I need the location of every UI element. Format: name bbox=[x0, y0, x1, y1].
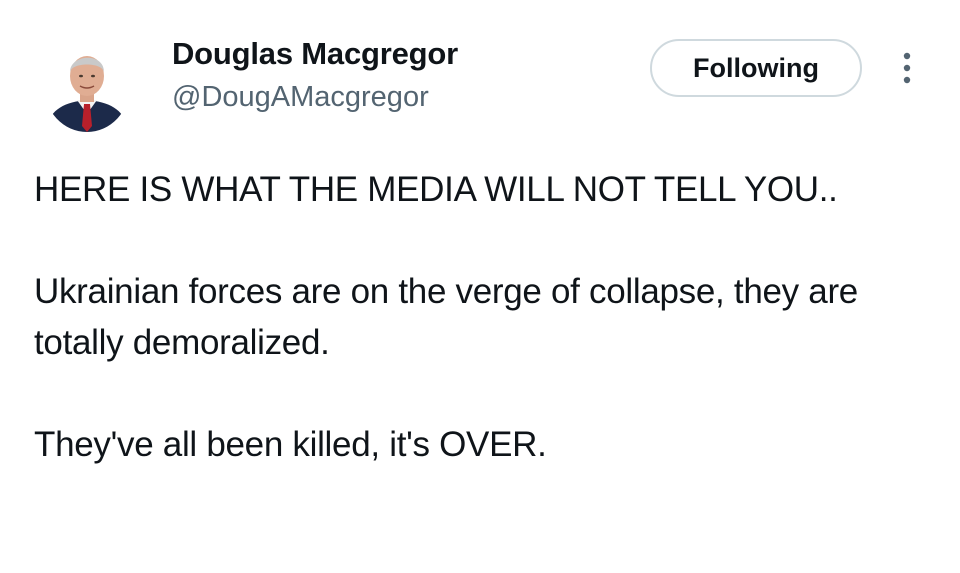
author-handle[interactable]: @DougAMacgregor bbox=[172, 81, 429, 114]
tweet-paragraph: Ukrainian forces are on the verge of col… bbox=[34, 272, 858, 362]
author-display-name[interactable]: Douglas Macgregor bbox=[172, 36, 458, 72]
more-options-button[interactable] bbox=[892, 48, 922, 88]
tweet-card: Douglas Macgregor @DougAMacgregor Follow… bbox=[0, 0, 960, 573]
avatar[interactable] bbox=[44, 40, 130, 132]
more-vertical-icon bbox=[903, 52, 911, 84]
tweet-text: HERE IS WHAT THE MEDIA WILL NOT TELL YOU… bbox=[34, 164, 934, 470]
avatar-photo bbox=[46, 56, 128, 132]
tweet-paragraph: They've all been killed, it's OVER. bbox=[34, 425, 547, 464]
tweet-paragraph: HERE IS WHAT THE MEDIA WILL NOT TELL YOU… bbox=[34, 170, 838, 209]
following-button[interactable]: Following bbox=[650, 39, 862, 97]
